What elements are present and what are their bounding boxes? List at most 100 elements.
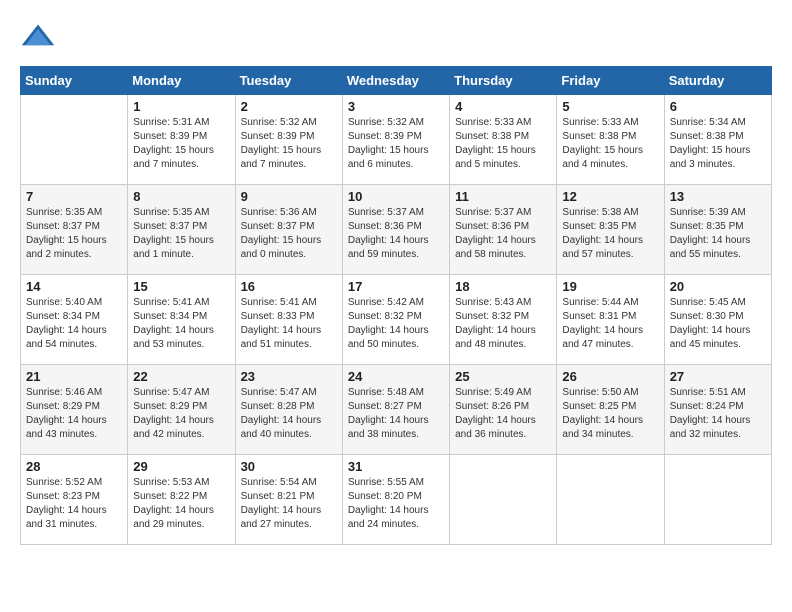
day-number: 28 xyxy=(26,459,122,474)
day-number: 29 xyxy=(133,459,229,474)
calendar-cell: 20 Sunrise: 5:45 AM Sunset: 8:30 PM Dayli… xyxy=(664,275,771,365)
day-number: 20 xyxy=(670,279,766,294)
calendar-cell: 3Sunrise: 5:32 AM Sunset: 8:39 PM Daylig… xyxy=(342,95,449,185)
day-number: 24 xyxy=(348,369,444,384)
day-number: 13 xyxy=(670,189,766,204)
calendar-cell: 19 Sunrise: 5:44 AM Sunset: 8:31 PM Dayli… xyxy=(557,275,664,365)
day-info: Sunrise: 5:33 AM Sunset: 8:38 PM Dayligh… xyxy=(455,116,551,172)
day-number: 9 xyxy=(241,189,337,204)
day-number: 15 xyxy=(133,279,229,294)
weekday-header-sunday: Sunday xyxy=(21,67,128,95)
calendar-week-row: 7 Sunrise: 5:35 AM Sunset: 8:37 PM Daylig… xyxy=(21,185,772,275)
day-info: Sunrise: 5:50 AM Sunset: 8:25 PM Dayligh… xyxy=(562,386,658,442)
weekday-header-thursday: Thursday xyxy=(450,67,557,95)
day-info: Sunrise: 5:37 AM Sunset: 8:36 PM Dayligh… xyxy=(455,206,551,262)
day-info: Sunrise: 5:37 AM Sunset: 8:36 PM Dayligh… xyxy=(348,206,444,262)
day-number: 12 xyxy=(562,189,658,204)
day-number: 31 xyxy=(348,459,444,474)
day-info: Sunrise: 5:54 AM Sunset: 8:21 PM Dayligh… xyxy=(241,476,337,532)
calendar-table: SundayMondayTuesdayWednesdayThursdayFrid… xyxy=(20,66,772,545)
weekday-header-saturday: Saturday xyxy=(664,67,771,95)
day-info: Sunrise: 5:31 AM Sunset: 8:39 PM Dayligh… xyxy=(133,116,229,172)
calendar-cell: 26 Sunrise: 5:50 AM Sunset: 8:25 PM Dayli… xyxy=(557,365,664,455)
day-info: Sunrise: 5:55 AM Sunset: 8:20 PM Dayligh… xyxy=(348,476,444,532)
calendar-cell: 15Sunrise: 5:41 AM Sunset: 8:34 PM Dayli… xyxy=(128,275,235,365)
day-number: 18 xyxy=(455,279,551,294)
calendar-cell: 6 Sunrise: 5:34 AM Sunset: 8:38 PM Daylig… xyxy=(664,95,771,185)
day-info: Sunrise: 5:53 AM Sunset: 8:22 PM Dayligh… xyxy=(133,476,229,532)
day-info: Sunrise: 5:44 AM Sunset: 8:31 PM Dayligh… xyxy=(562,296,658,352)
calendar-cell: 1Sunrise: 5:31 AM Sunset: 8:39 PM Daylig… xyxy=(128,95,235,185)
calendar-week-row: 14 Sunrise: 5:40 AM Sunset: 8:34 PM Dayli… xyxy=(21,275,772,365)
day-info: Sunrise: 5:32 AM Sunset: 8:39 PM Dayligh… xyxy=(241,116,337,172)
calendar-cell xyxy=(450,455,557,545)
calendar-cell: 29 Sunrise: 5:53 AM Sunset: 8:22 PM Dayli… xyxy=(128,455,235,545)
weekday-header-wednesday: Wednesday xyxy=(342,67,449,95)
calendar-cell: 7Sunrise: 5:35 AM Sunset: 8:37 PM Daylig… xyxy=(21,185,128,275)
calendar-cell: 16 Sunrise: 5:41 AM Sunset: 8:33 PM Dayli… xyxy=(235,275,342,365)
day-number: 23 xyxy=(241,369,337,384)
calendar-cell: 11 Sunrise: 5:37 AM Sunset: 8:36 PM Dayli… xyxy=(450,185,557,275)
calendar-cell: 21 Sunrise: 5:46 AM Sunset: 8:29 PM Dayli… xyxy=(21,365,128,455)
weekday-header-friday: Friday xyxy=(557,67,664,95)
calendar-cell: 28 Sunrise: 5:52 AM Sunset: 8:23 PM Dayli… xyxy=(21,455,128,545)
day-info: Sunrise: 5:34 AM Sunset: 8:38 PM Dayligh… xyxy=(670,116,766,172)
day-number: 8 xyxy=(133,189,229,204)
calendar-cell: 17Sunrise: 5:42 AM Sunset: 8:32 PM Dayli… xyxy=(342,275,449,365)
day-number: 26 xyxy=(562,369,658,384)
day-info: Sunrise: 5:38 AM Sunset: 8:35 PM Dayligh… xyxy=(562,206,658,262)
day-number: 5 xyxy=(562,99,658,114)
calendar-cell: 30 Sunrise: 5:54 AM Sunset: 8:21 PM Dayli… xyxy=(235,455,342,545)
calendar-cell: 8 Sunrise: 5:35 AM Sunset: 8:37 PM Daylig… xyxy=(128,185,235,275)
calendar-cell: 23 Sunrise: 5:47 AM Sunset: 8:28 PM Dayli… xyxy=(235,365,342,455)
day-info: Sunrise: 5:47 AM Sunset: 8:29 PM Dayligh… xyxy=(133,386,229,442)
day-number: 25 xyxy=(455,369,551,384)
calendar-cell: 10Sunrise: 5:37 AM Sunset: 8:36 PM Dayli… xyxy=(342,185,449,275)
day-number: 11 xyxy=(455,189,551,204)
weekday-header-monday: Monday xyxy=(128,67,235,95)
day-number: 4 xyxy=(455,99,551,114)
day-info: Sunrise: 5:49 AM Sunset: 8:26 PM Dayligh… xyxy=(455,386,551,442)
calendar-cell: 18 Sunrise: 5:43 AM Sunset: 8:32 PM Dayli… xyxy=(450,275,557,365)
day-info: Sunrise: 5:48 AM Sunset: 8:27 PM Dayligh… xyxy=(348,386,444,442)
calendar-cell xyxy=(21,95,128,185)
day-info: Sunrise: 5:45 AM Sunset: 8:30 PM Dayligh… xyxy=(670,296,766,352)
logo xyxy=(20,20,60,56)
weekday-header-row: SundayMondayTuesdayWednesdayThursdayFrid… xyxy=(21,67,772,95)
day-info: Sunrise: 5:40 AM Sunset: 8:34 PM Dayligh… xyxy=(26,296,122,352)
day-info: Sunrise: 5:41 AM Sunset: 8:33 PM Dayligh… xyxy=(241,296,337,352)
calendar-cell: 25 Sunrise: 5:49 AM Sunset: 8:26 PM Dayli… xyxy=(450,365,557,455)
calendar-cell: 22 Sunrise: 5:47 AM Sunset: 8:29 PM Dayli… xyxy=(128,365,235,455)
day-number: 2 xyxy=(241,99,337,114)
day-number: 3 xyxy=(348,99,444,114)
day-info: Sunrise: 5:43 AM Sunset: 8:32 PM Dayligh… xyxy=(455,296,551,352)
day-number: 7 xyxy=(26,189,122,204)
calendar-cell: 31 Sunrise: 5:55 AM Sunset: 8:20 PM Dayli… xyxy=(342,455,449,545)
calendar-cell: 13Sunrise: 5:39 AM Sunset: 8:35 PM Dayli… xyxy=(664,185,771,275)
day-info: Sunrise: 5:33 AM Sunset: 8:38 PM Dayligh… xyxy=(562,116,658,172)
day-info: Sunrise: 5:42 AM Sunset: 8:32 PM Dayligh… xyxy=(348,296,444,352)
calendar-cell: 4 Sunrise: 5:33 AM Sunset: 8:38 PM Daylig… xyxy=(450,95,557,185)
day-number: 27 xyxy=(670,369,766,384)
day-info: Sunrise: 5:47 AM Sunset: 8:28 PM Dayligh… xyxy=(241,386,337,442)
day-number: 14 xyxy=(26,279,122,294)
weekday-header-tuesday: Tuesday xyxy=(235,67,342,95)
day-info: Sunrise: 5:52 AM Sunset: 8:23 PM Dayligh… xyxy=(26,476,122,532)
day-number: 16 xyxy=(241,279,337,294)
calendar-cell: 14 Sunrise: 5:40 AM Sunset: 8:34 PM Dayli… xyxy=(21,275,128,365)
day-number: 30 xyxy=(241,459,337,474)
day-info: Sunrise: 5:36 AM Sunset: 8:37 PM Dayligh… xyxy=(241,206,337,262)
calendar-week-row: 1Sunrise: 5:31 AM Sunset: 8:39 PM Daylig… xyxy=(21,95,772,185)
calendar-cell: 5 Sunrise: 5:33 AM Sunset: 8:38 PM Daylig… xyxy=(557,95,664,185)
day-number: 22 xyxy=(133,369,229,384)
logo-icon xyxy=(20,20,56,56)
calendar-cell: 12 Sunrise: 5:38 AM Sunset: 8:35 PM Dayli… xyxy=(557,185,664,275)
day-number: 19 xyxy=(562,279,658,294)
calendar-cell: 9 Sunrise: 5:36 AM Sunset: 8:37 PM Daylig… xyxy=(235,185,342,275)
day-number: 6 xyxy=(670,99,766,114)
day-info: Sunrise: 5:51 AM Sunset: 8:24 PM Dayligh… xyxy=(670,386,766,442)
day-info: Sunrise: 5:35 AM Sunset: 8:37 PM Dayligh… xyxy=(133,206,229,262)
day-info: Sunrise: 5:46 AM Sunset: 8:29 PM Dayligh… xyxy=(26,386,122,442)
calendar-cell xyxy=(664,455,771,545)
day-number: 21 xyxy=(26,369,122,384)
